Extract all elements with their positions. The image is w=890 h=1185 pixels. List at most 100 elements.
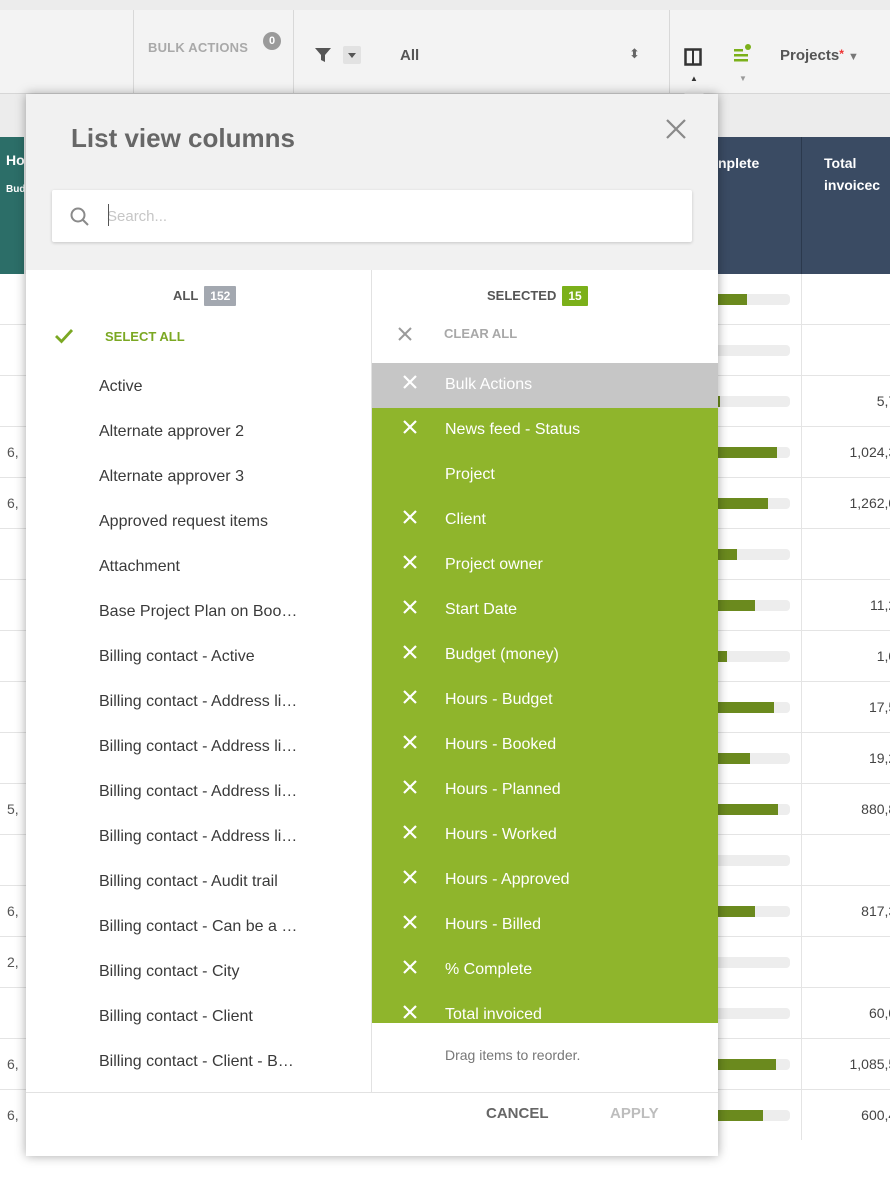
remove-icon[interactable] xyxy=(402,959,418,980)
all-column-item[interactable]: Billing contact - Client - B… xyxy=(99,1053,294,1077)
total-invoiced-cell: 600,48 xyxy=(861,1107,890,1123)
total-invoiced-cell: 17,50 xyxy=(868,699,890,715)
all-column-item[interactable]: Active xyxy=(99,378,143,402)
row-left-value: 6, xyxy=(7,1107,19,1123)
row-left-value: 2, xyxy=(7,954,19,970)
selected-column-item[interactable]: News feed - Status xyxy=(372,408,718,453)
selected-column-item[interactable]: Total invoiced xyxy=(372,993,718,1023)
selected-column-item[interactable]: Hours - Worked xyxy=(372,813,718,858)
all-column-item[interactable]: Alternate approver 3 xyxy=(99,468,244,492)
progress-bar xyxy=(718,345,790,356)
apply-button[interactable]: APPLY xyxy=(610,1105,659,1122)
drag-hint-area: Drag items to reorder. xyxy=(372,1023,718,1092)
selected-column-label: Project xyxy=(445,466,495,483)
remove-icon[interactable] xyxy=(402,1004,418,1023)
cancel-button[interactable]: CANCEL xyxy=(486,1105,549,1122)
selected-column-label: Client xyxy=(445,511,486,528)
remove-icon[interactable] xyxy=(402,734,418,755)
progress-bar xyxy=(718,906,790,917)
caret-up-icon: ▲ xyxy=(690,74,698,83)
progress-bar xyxy=(718,855,790,866)
columns-icon[interactable] xyxy=(684,48,702,71)
clear-all-label: CLEAR ALL xyxy=(444,326,518,341)
selected-column-item[interactable]: Hours - Billed xyxy=(372,903,718,948)
remove-icon[interactable] xyxy=(402,869,418,890)
filter-icon[interactable] xyxy=(314,46,332,69)
column-header-total-invoiced[interactable]: Total invoicec xyxy=(824,152,890,196)
selected-column-item[interactable]: Hours - Planned xyxy=(372,768,718,813)
selected-column-item[interactable]: Hours - Approved xyxy=(372,858,718,903)
remove-icon[interactable] xyxy=(402,509,418,530)
selected-column-item[interactable]: Hours - Budget xyxy=(372,678,718,723)
progress-bar xyxy=(718,957,790,968)
selected-column-label: Bulk Actions xyxy=(445,376,533,393)
total-invoiced-cell: 1,085,59 xyxy=(849,1056,890,1072)
all-columns-list: Active Alternate approver 2 Alternate appr… xyxy=(26,369,371,1092)
row-left-value: 6, xyxy=(7,1056,19,1072)
all-column-item[interactable]: Billing contact - Address li… xyxy=(99,828,297,852)
filter-dropdown-button[interactable] xyxy=(343,46,361,64)
projects-menu[interactable]: Projects* ▼ xyxy=(780,47,859,64)
all-column-item[interactable]: Billing contact - Address li… xyxy=(99,693,297,717)
selected-column-label: Budget (money) xyxy=(445,646,559,663)
all-column-item[interactable]: Billing contact - Client xyxy=(99,1008,253,1032)
selected-column-item[interactable]: Client xyxy=(372,498,718,543)
all-column-item[interactable]: Approved request items xyxy=(99,513,268,537)
search-input[interactable] xyxy=(107,202,667,230)
selected-column-item[interactable]: Bulk Actions xyxy=(372,363,718,408)
all-columns-heading: ALL 152 xyxy=(173,286,237,306)
all-column-item[interactable]: Alternate approver 2 xyxy=(99,423,244,447)
selected-count-badge: 15 xyxy=(562,286,588,306)
progress-bar xyxy=(718,1008,790,1019)
remove-icon[interactable] xyxy=(402,644,418,665)
selected-column-item[interactable]: % Complete xyxy=(372,948,718,993)
dialog-header: List view columns xyxy=(26,94,718,270)
dialog-title: List view columns xyxy=(71,123,295,153)
selected-column-item[interactable]: Budget (money) xyxy=(372,633,718,678)
all-column-item[interactable]: Billing contact - Address li… xyxy=(99,738,297,762)
remove-icon[interactable] xyxy=(402,689,418,710)
all-column-item[interactable]: Billing contact - Can be a … xyxy=(99,918,297,942)
progress-fill xyxy=(718,447,778,458)
search-icon xyxy=(69,206,91,233)
total-invoiced-cell: 880,85 xyxy=(861,801,890,817)
select-arrows-icon: ⬍ xyxy=(629,46,640,61)
close-icon[interactable] xyxy=(663,116,689,142)
row-left-value: 6, xyxy=(7,903,19,919)
bulk-actions-button[interactable]: BULK ACTIONS xyxy=(148,40,248,55)
bulk-actions-count-badge: 0 xyxy=(263,32,281,50)
remove-icon[interactable] xyxy=(402,824,418,845)
all-column-item[interactable]: Billing contact - Address li… xyxy=(99,783,297,807)
remove-icon[interactable] xyxy=(402,374,418,395)
remove-icon[interactable] xyxy=(402,599,418,620)
selected-column-item[interactable]: Project owner xyxy=(372,543,718,588)
remove-icon[interactable] xyxy=(402,554,418,575)
selected-column-label: % Complete xyxy=(445,961,533,978)
all-column-item[interactable]: Billing contact - City xyxy=(99,963,240,987)
total-invoiced-cell: 11,25 xyxy=(870,597,890,613)
selected-column-item[interactable]: Start Date xyxy=(372,588,718,633)
selected-column-label: Project owner xyxy=(445,556,543,573)
progress-bar xyxy=(718,1059,790,1070)
progress-bar xyxy=(718,549,790,560)
selected-column-label: Hours - Worked xyxy=(445,826,557,843)
all-column-item[interactable]: Attachment xyxy=(99,558,180,582)
popover-caret xyxy=(684,84,704,94)
density-icon[interactable] xyxy=(733,43,753,70)
grid-header-divider xyxy=(801,137,802,274)
remove-icon[interactable] xyxy=(402,779,418,800)
selected-column-item[interactable]: Hours - Booked xyxy=(372,723,718,768)
progress-fill xyxy=(718,702,775,713)
column-header-complete[interactable]: nplete xyxy=(718,152,759,174)
view-select[interactable]: All xyxy=(400,47,419,64)
progress-fill xyxy=(718,396,721,407)
selected-column-item[interactable]: Project xyxy=(372,453,718,498)
row-left-value: 6, xyxy=(7,444,19,460)
remove-icon[interactable] xyxy=(402,419,418,440)
all-column-item[interactable]: Billing contact - Active xyxy=(99,648,255,672)
toolbar-divider xyxy=(669,10,670,94)
all-column-item[interactable]: Billing contact - Audit trail xyxy=(99,873,278,897)
toolbar-divider xyxy=(293,10,294,94)
remove-icon[interactable] xyxy=(402,914,418,935)
all-column-item[interactable]: Base Project Plan on Boo… xyxy=(99,603,297,627)
